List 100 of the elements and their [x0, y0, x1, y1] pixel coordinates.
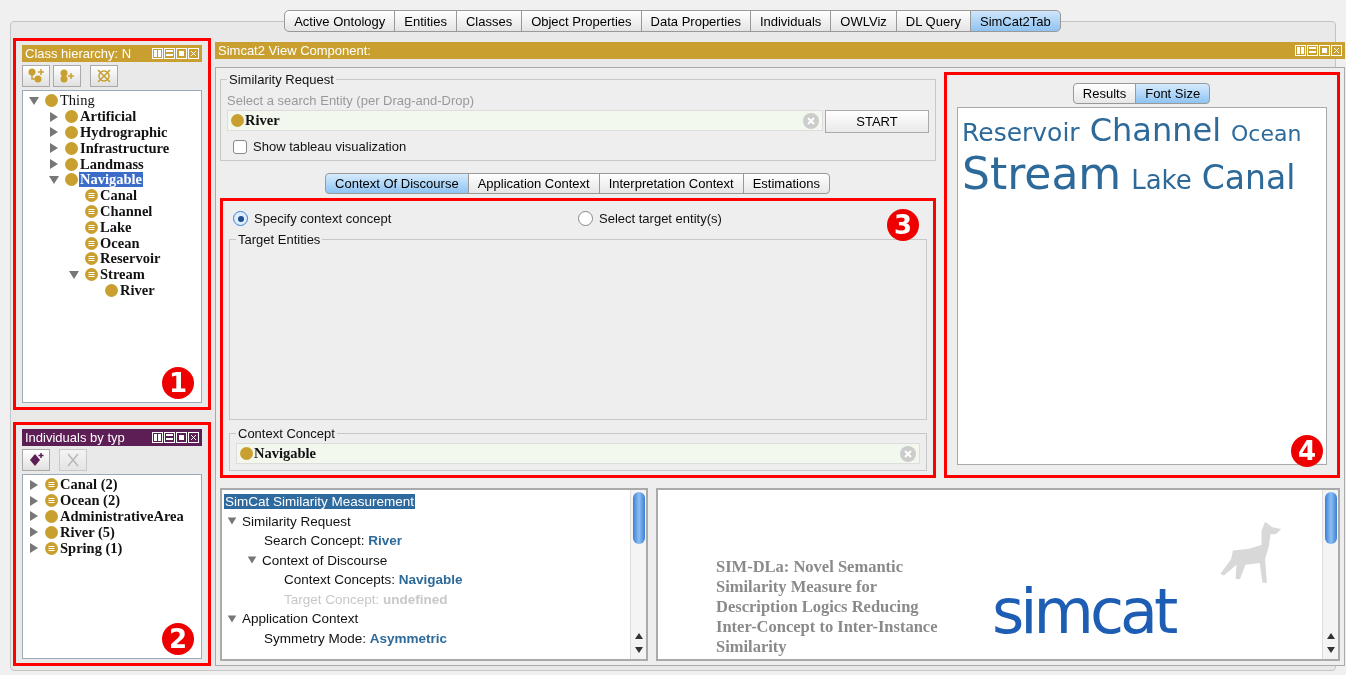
start-button[interactable]: START — [825, 110, 929, 133]
cloud-word[interactable]: Channel — [1089, 112, 1221, 149]
field-value: Navigable — [398, 572, 463, 588]
expanded-arrow-icon[interactable] — [47, 174, 61, 185]
tab[interactable]: DL Query — [895, 10, 971, 32]
cloud-word[interactable]: Canal — [1201, 158, 1296, 197]
striped-dot-icon — [85, 252, 98, 266]
tree-item[interactable]: Context of Discourse — [262, 552, 388, 568]
tab[interactable]: SimCat2Tab — [970, 10, 1061, 32]
tree-item[interactable]: Artificial — [79, 109, 138, 125]
cloud-word[interactable]: Stream — [962, 148, 1122, 200]
tree-item[interactable]: Ocean — [99, 235, 141, 251]
tree-item[interactable]: Channel — [99, 203, 154, 219]
expanded-arrow-icon[interactable] — [226, 516, 238, 527]
field-value: Asymmetric — [369, 630, 448, 646]
panel-title: Individuals by typ — [25, 430, 125, 445]
split-view-icon[interactable] — [152, 432, 163, 443]
striped-dot-icon — [85, 236, 98, 250]
tree-item[interactable]: Symmetry Mode: — [264, 630, 370, 646]
dot-icon — [45, 525, 58, 539]
tree-item[interactable]: Lake — [99, 219, 133, 235]
radio-button[interactable] — [578, 211, 593, 226]
scrollbar[interactable] — [1322, 490, 1338, 659]
tree-item[interactable]: Infrastructure — [79, 140, 171, 156]
tab[interactable]: Results — [1072, 83, 1137, 104]
close-icon[interactable] — [188, 432, 199, 443]
tree-item[interactable]: River (5) — [59, 524, 116, 540]
tree-item[interactable]: AdministrativeArea — [59, 509, 185, 524]
tree-item[interactable]: Hydrographic — [79, 125, 169, 140]
tree-item[interactable]: Landmass — [79, 156, 145, 172]
tree-item[interactable]: Application Context — [242, 611, 359, 627]
dot-icon — [65, 126, 78, 139]
scrollbar[interactable] — [630, 490, 646, 659]
tab[interactable]: Context Of Discourse — [325, 173, 469, 194]
tree-item[interactable]: Navigable — [79, 172, 144, 188]
tree-item[interactable]: Spring (1) — [59, 540, 124, 556]
add-diamond-icon — [27, 452, 45, 468]
tab[interactable]: OWLViz — [830, 10, 897, 32]
expanded-arrow-icon[interactable] — [67, 269, 81, 280]
tree-item[interactable]: Ocean (2) — [59, 493, 121, 509]
tree-item[interactable]: Context Concepts: — [284, 572, 399, 588]
expanded-arrow-icon[interactable] — [226, 613, 238, 624]
tree-item[interactable]: Search Concept: — [264, 533, 369, 549]
radio-label: Specify context concept — [254, 211, 392, 226]
tree-item[interactable]: Similarity Request — [242, 513, 351, 529]
add-sibling-button[interactable] — [53, 65, 81, 87]
group-title: Target Entities — [237, 232, 322, 247]
callout-badge: 3 — [887, 209, 919, 241]
cloud-word[interactable]: Reservoir — [962, 119, 1080, 148]
tab[interactable]: Entities — [394, 10, 457, 32]
tab[interactable]: Data Properties — [640, 10, 751, 32]
panel-title: Class hierarchy: N — [25, 46, 132, 61]
striped-dot-icon — [85, 204, 98, 218]
dot-icon — [45, 94, 58, 108]
add-subclass-icon — [27, 68, 45, 84]
tab[interactable]: Font Size — [1135, 83, 1211, 104]
striped-dot-icon — [85, 268, 98, 282]
expanded-arrow-icon[interactable] — [27, 95, 41, 106]
striped-dot-icon — [45, 478, 58, 492]
tab[interactable]: Active Ontology — [284, 10, 396, 32]
dot-icon — [65, 173, 78, 187]
radio-button[interactable] — [233, 211, 248, 226]
scroll-thumb[interactable] — [633, 492, 645, 544]
dot-icon — [65, 110, 78, 124]
field-value: River — [368, 533, 403, 549]
concept-field[interactable]: Navigable — [236, 443, 920, 464]
cloud-word[interactable]: Lake — [1131, 165, 1192, 196]
dot-icon — [65, 141, 78, 155]
tab[interactable]: Object Properties — [521, 10, 642, 32]
delete-icon — [95, 68, 113, 84]
dot-icon — [45, 510, 58, 523]
entity-field[interactable]: River — [227, 110, 823, 131]
tree-item[interactable]: River — [119, 282, 156, 298]
scroll-thumb[interactable] — [1325, 492, 1337, 544]
tab[interactable]: Individuals — [749, 10, 832, 32]
minimize-icon[interactable] — [164, 432, 175, 443]
dot-icon — [240, 447, 253, 460]
tree-item[interactable]: Canal (2) — [59, 477, 119, 493]
delete-button[interactable] — [90, 65, 118, 87]
tree-item[interactable]: Thing — [59, 93, 96, 109]
tree-item[interactable]: Stream — [99, 267, 146, 283]
tab[interactable]: Estimations — [742, 173, 830, 194]
expanded-arrow-icon[interactable] — [246, 555, 258, 566]
add-individual-button[interactable] — [22, 449, 50, 471]
cloud-word[interactable]: Ocean — [1231, 121, 1302, 147]
tree-item[interactable]: SimCat Similarity Measurement — [224, 494, 416, 510]
panel-title: Simcat2 View Component: — [218, 43, 371, 58]
tree-item[interactable]: Reservoir — [99, 251, 162, 267]
tab[interactable]: Interpretation Context — [598, 173, 744, 194]
tab[interactable]: Classes — [455, 10, 523, 32]
tab[interactable]: Application Context — [467, 173, 600, 194]
logo: simcat — [992, 581, 1175, 643]
maximize-icon[interactable] — [176, 432, 187, 443]
add-subclass-button[interactable] — [22, 65, 50, 87]
delete-icon — [64, 452, 82, 468]
tree-item[interactable]: Canal — [99, 188, 139, 204]
dot-icon — [105, 283, 118, 297]
radio-label: Select target entity(s) — [599, 211, 722, 226]
checkbox[interactable] — [233, 139, 247, 154]
striped-dot-icon — [45, 494, 58, 508]
